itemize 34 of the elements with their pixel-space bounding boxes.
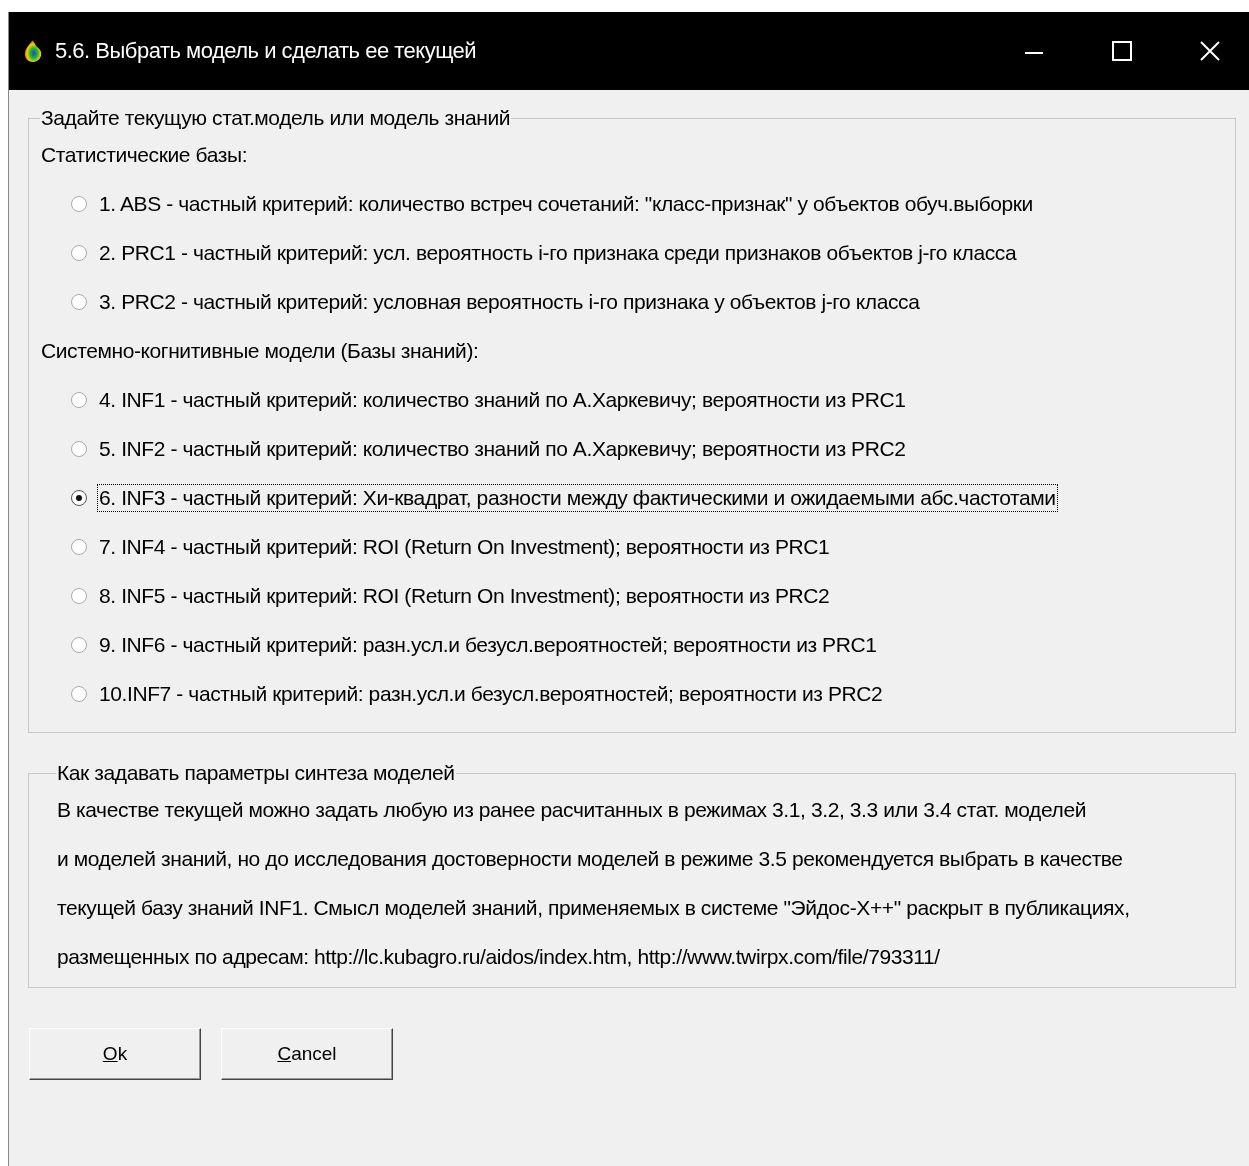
option-label[interactable]: 1. ABS - частный критерий: количество встреч сочетаний: "класс-признак" у объектов обуч.выборки xyxy=(97,189,1035,218)
group-legend: Как задавать параметры синтеза моделей xyxy=(56,761,456,785)
option-label[interactable]: 3. PRC2 - частный критерий: условная вероятность i-го признака у объектов j-го класса xyxy=(97,287,922,316)
option-label[interactable]: 2. PRC1 - частный критерий: усл. вероятность i-го признака среди признаков объектов j-го класса xyxy=(97,238,1019,267)
close-icon[interactable] xyxy=(1200,41,1220,61)
option-label[interactable]: 8. INF5 - частный критерий: ROI (Return On Investment); вероятности из PRC2 xyxy=(97,581,832,610)
option-label[interactable]: 4. INF1 - частный критерий: количество знаний по А.Харкевичу; вероятности из PRC1 xyxy=(97,385,908,414)
section-heading: Системно-когнитивные модели (Базы знаний): xyxy=(41,338,480,364)
section-heading: Статистические базы: xyxy=(41,142,249,168)
radio-button[interactable] xyxy=(71,636,87,653)
radio-button[interactable] xyxy=(71,538,87,555)
radio-button[interactable] xyxy=(71,391,87,408)
group-legend: Задайте текущую стат.модель или модель знаний xyxy=(40,106,512,130)
radio-button[interactable] xyxy=(71,195,87,212)
app-logo-icon xyxy=(23,39,43,63)
ok-button[interactable]: Ok xyxy=(29,1028,201,1080)
help-text: размещенных по адресам: http://lc.kubagro.ru/aidos/index.htm, http://www.twirpx.com/file/793311/ xyxy=(57,944,941,970)
cancel-button[interactable]: Cancel xyxy=(221,1028,393,1080)
radio-button[interactable] xyxy=(71,293,87,310)
help-text: и моделей знаний, но до исследования достоверности моделей в режиме 3.5 рекомендуется выбрать в качестве xyxy=(57,846,1124,872)
radio-button[interactable] xyxy=(71,489,87,506)
help-text: В качестве текущей можно задать любую из ранее расчитанных в режимах 3.1, 3.2, 3.3 или 3.4 стат. моделей xyxy=(57,797,1088,823)
option-label[interactable]: 6. INF3 - частный критерий: Хи-квадрат, разности между фактическими и ожидаемыми абс.частотами xyxy=(97,483,1058,512)
option-label[interactable]: 10.INF7 - частный критерий: разн.усл.и безусл.вероятностей; вероятности из PRC2 xyxy=(97,679,885,708)
help-text: текущей базу знаний INF1. Смысл моделей знаний, применяемых в системе "Эйдос-X++" раскрыт в публикациях, xyxy=(57,895,1131,921)
window-title: 5.6. Выбрать модель и сделать ее текущей xyxy=(55,38,477,64)
option-label[interactable]: 9. INF6 - частный критерий: разн.усл.и безусл.вероятностей; вероятности из PRC1 xyxy=(97,630,879,659)
radio-button[interactable] xyxy=(71,685,87,702)
radio-button[interactable] xyxy=(71,244,87,261)
radio-button[interactable] xyxy=(71,587,87,604)
radio-button[interactable] xyxy=(71,440,87,457)
option-label[interactable]: 7. INF4 - частный критерий: ROI (Return On Investment); вероятности из PRC1 xyxy=(97,532,832,561)
maximize-icon[interactable] xyxy=(1112,41,1132,61)
option-label[interactable]: 5. INF2 - частный критерий: количество знаний по А.Харкевичу; вероятности из PRC2 xyxy=(97,434,908,463)
